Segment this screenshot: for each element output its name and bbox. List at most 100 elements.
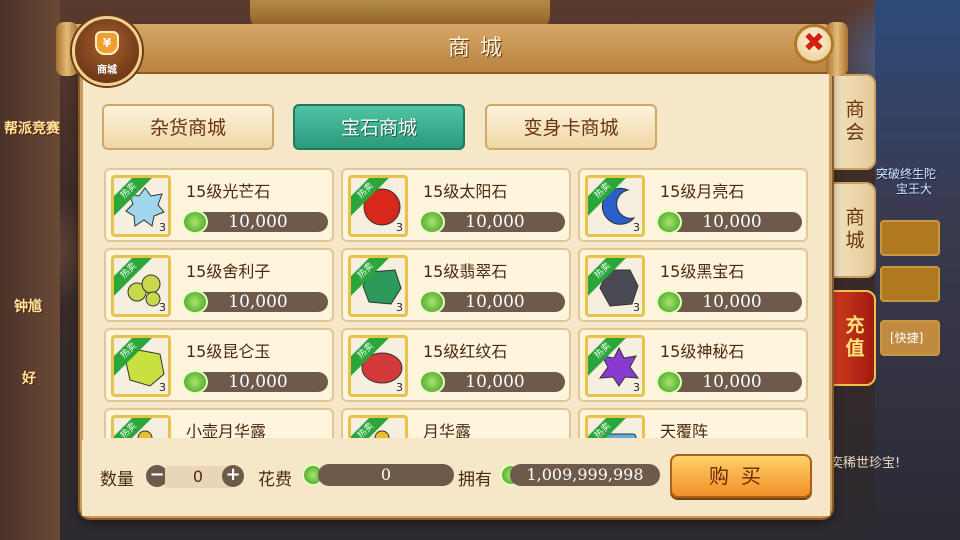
price-bar: 10,000 — [662, 212, 802, 232]
item-quantity: 3 — [159, 221, 166, 234]
close-button[interactable]: ✖ — [794, 24, 834, 64]
item-name: 月华露 — [423, 422, 472, 438]
currency-icon — [656, 210, 682, 234]
price-bar: 10,000 — [425, 212, 565, 232]
item-grid: 热卖 3 15级光芒石 10,000 热卖 3 15级太阳石 10,000 热卖 3 15级月亮石 1… — [100, 166, 816, 438]
bg-bottom-text: 奕稀世珍宝! — [830, 456, 901, 471]
price-bar: 10,000 — [188, 292, 328, 312]
item-name: 天覆阵 — [660, 422, 709, 438]
item-price: 10,000 — [465, 372, 525, 392]
cost-value: 0 — [318, 464, 454, 486]
item-icon-frame: 热卖 3 — [585, 335, 645, 397]
currency-icon — [656, 370, 682, 394]
currency-icon — [182, 210, 208, 234]
shop-item[interactable]: 热卖 3 15级翡翠石 10,000 — [341, 248, 571, 322]
item-name: 小壶月华露 — [186, 422, 267, 438]
shop-item[interactable]: 热卖 天覆阵 — [578, 408, 808, 438]
item-price: 10,000 — [228, 372, 288, 392]
owned-value: 1,009,999,998 — [510, 464, 660, 486]
item-name: 15级舍利子 — [186, 262, 271, 281]
tab-shangcheng[interactable]: 商城 — [832, 182, 876, 278]
cost-label: 花费 — [258, 470, 292, 490]
bg-left-text: 钟馗 — [14, 299, 42, 315]
item-icon-frame: 热卖 3 — [348, 255, 408, 317]
item-price: 10,000 — [465, 292, 525, 312]
bg-left-text: 帮派竞赛 — [4, 121, 60, 137]
shop-item[interactable]: 热卖 3 15级月亮石 10,000 — [578, 168, 808, 242]
item-quantity: 3 — [396, 301, 403, 314]
price-bar: 10,000 — [425, 372, 565, 392]
price-bar: 10,000 — [188, 372, 328, 392]
item-icon-frame: 热卖 3 — [348, 335, 408, 397]
price-bar: 10,000 — [425, 292, 565, 312]
bg-left-text: 好 — [22, 371, 36, 387]
item-icon-frame: 热卖 3 — [585, 255, 645, 317]
plus-button[interactable]: + — [222, 465, 244, 487]
shop-item[interactable]: 热卖 月华露 — [341, 408, 571, 438]
item-name: 15级黑宝石 — [660, 262, 745, 281]
item-price: 10,000 — [228, 292, 288, 312]
price-bar: 10,000 — [662, 292, 802, 312]
money-bag-icon: ¥ — [95, 31, 119, 55]
shop-item[interactable]: 热卖 3 15级红纹石 10,000 — [341, 328, 571, 402]
item-quantity: 3 — [633, 301, 640, 314]
item-price: 10,000 — [702, 212, 762, 232]
currency-icon — [182, 290, 208, 314]
item-icon-frame: 热卖 — [348, 415, 408, 438]
tab-chongzhi[interactable]: 充值 — [832, 290, 876, 386]
shop-item[interactable]: 热卖 3 15级黑宝石 10,000 — [578, 248, 808, 322]
tab-grocery-shop[interactable]: 杂货商城 — [102, 104, 274, 150]
item-name: 15级翡翠石 — [423, 262, 508, 281]
shop-item[interactable]: 热卖 3 15级舍利子 10,000 — [104, 248, 334, 322]
bg-right-box — [880, 220, 940, 256]
bg-right-box — [880, 266, 940, 302]
shop-item[interactable]: 热卖 3 15级太阳石 10,000 — [341, 168, 571, 242]
item-quantity: 3 — [633, 381, 640, 394]
tab-gem-shop[interactable]: 宝石商城 — [293, 104, 465, 150]
price-bar: 10,000 — [188, 212, 328, 232]
item-quantity: 3 — [159, 381, 166, 394]
item-icon-frame: 热卖 3 — [585, 175, 645, 237]
item-icon-frame: 热卖 — [585, 415, 645, 438]
shop-item[interactable]: 热卖 3 15级昆仑玉 10,000 — [104, 328, 334, 402]
currency-icon — [656, 290, 682, 314]
left-scene-strip — [0, 0, 60, 540]
shop-badge: ¥ 商城 — [72, 16, 142, 86]
item-name: 15级神秘石 — [660, 342, 745, 361]
shop-item[interactable]: 热卖 3 15级神秘石 10,000 — [578, 328, 808, 402]
quantity-label: 数量 — [100, 470, 134, 490]
item-name: 15级红纹石 — [423, 342, 508, 361]
shop-badge-label: 商城 — [97, 65, 117, 76]
item-price: 10,000 — [465, 212, 525, 232]
item-icon-frame: 热卖 — [111, 415, 171, 438]
currency-icon — [419, 210, 445, 234]
item-name: 15级光芒石 — [186, 182, 271, 201]
item-quantity: 3 — [396, 221, 403, 234]
item-price: 10,000 — [228, 212, 288, 232]
item-quantity: 3 — [633, 221, 640, 234]
item-quantity: 3 — [396, 381, 403, 394]
shop-item[interactable]: 热卖 小壶月华露 — [104, 408, 334, 438]
item-price: 10,000 — [702, 292, 762, 312]
item-quantity: 3 — [159, 301, 166, 314]
currency-icon — [182, 370, 208, 394]
item-icon-frame: 热卖 3 — [111, 335, 171, 397]
bg-right-text: 宝王大 — [896, 182, 933, 196]
item-price: 10,000 — [702, 372, 762, 392]
tab-shanghui[interactable]: 商会 — [832, 74, 876, 170]
price-bar: 10,000 — [662, 372, 802, 392]
item-icon-frame: 热卖 3 — [111, 175, 171, 237]
currency-icon — [419, 370, 445, 394]
owned-label: 拥有 — [458, 470, 492, 490]
bg-right-box: [快捷] — [880, 320, 940, 356]
tab-transform-card-shop[interactable]: 变身卡商城 — [485, 104, 657, 150]
item-name: 15级昆仑玉 — [186, 342, 271, 361]
bg-right-box-text: [快捷] — [890, 331, 924, 345]
item-icon-frame: 热卖 3 — [348, 175, 408, 237]
currency-icon — [419, 290, 445, 314]
item-icon-frame: 热卖 3 — [111, 255, 171, 317]
buy-button[interactable]: 购买 — [670, 454, 812, 498]
item-name: 15级太阳石 — [423, 182, 508, 201]
item-name: 15级月亮石 — [660, 182, 745, 201]
shop-item[interactable]: 热卖 3 15级光芒石 10,000 — [104, 168, 334, 242]
